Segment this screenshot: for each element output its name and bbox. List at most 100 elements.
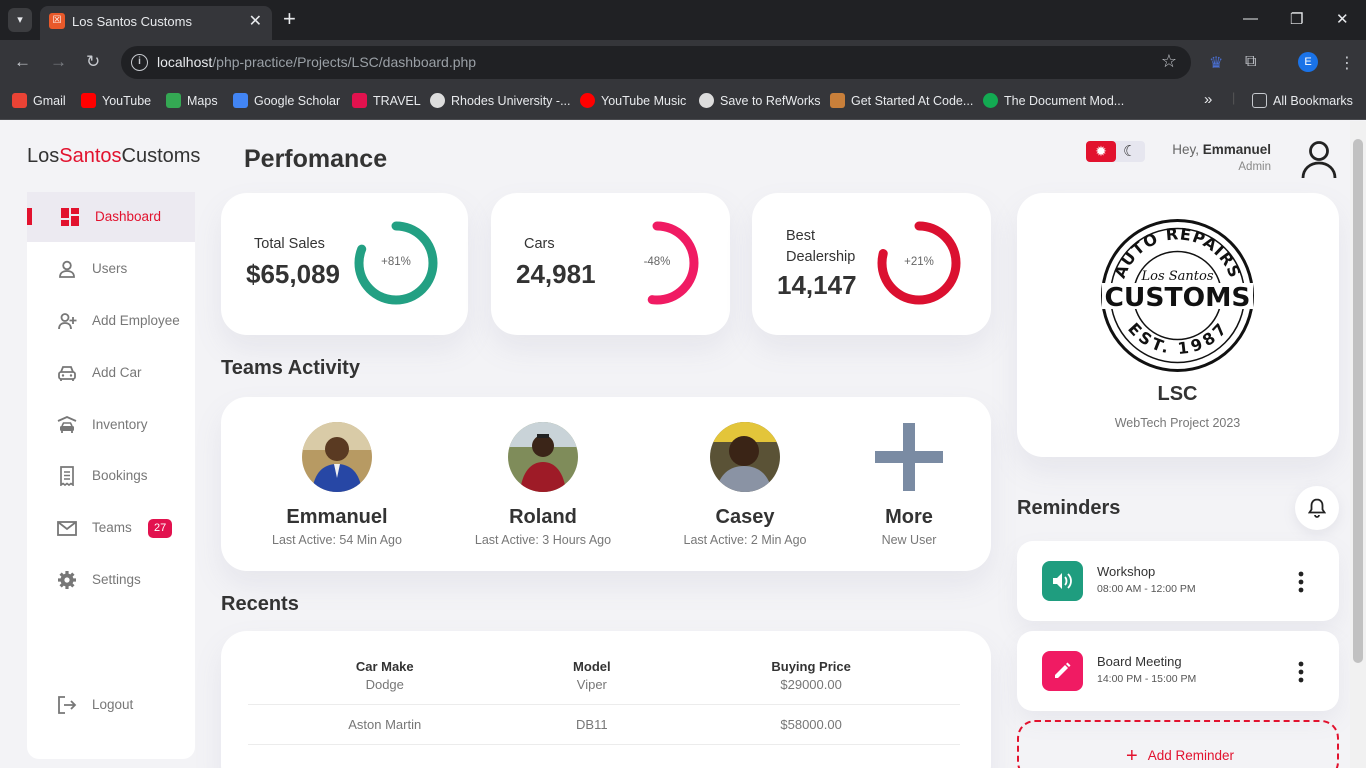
more-vertical-icon[interactable] bbox=[1298, 571, 1304, 593]
sidebar-item-users[interactable]: Users bbox=[27, 244, 195, 294]
window-close-icon[interactable]: ✕ bbox=[1336, 10, 1349, 28]
table-row[interactable]: Aston Martin DB11 $58000.00 bbox=[248, 704, 960, 745]
bookmark-youtube-music[interactable]: YouTube Music bbox=[580, 93, 686, 108]
table-cell: DB11 bbox=[521, 704, 663, 745]
avatar bbox=[710, 422, 780, 492]
stat-value: 24,981 bbox=[516, 259, 596, 289]
maps-icon bbox=[166, 93, 181, 108]
stat-label: Best Dealership bbox=[786, 228, 856, 265]
bookmarks-bar: Gmail YouTube Maps Google Scholar TRAVEL… bbox=[0, 86, 1366, 120]
sidebar-item-teams[interactable]: Teams 27 bbox=[27, 503, 195, 553]
moon-icon[interactable]: ☾ bbox=[1123, 142, 1136, 160]
bookmark-travel[interactable]: TRAVEL bbox=[352, 93, 421, 108]
bookmark-google-scholar[interactable]: Google Scholar bbox=[233, 93, 340, 108]
back-icon[interactable]: ← bbox=[14, 52, 31, 72]
extensions-puzzle-icon[interactable]: ⧉ bbox=[1245, 53, 1256, 71]
member-name: Emmanuel bbox=[286, 506, 388, 528]
tab-search-button[interactable]: ▾ bbox=[8, 8, 32, 32]
forward-icon[interactable]: → bbox=[50, 52, 67, 72]
logout-icon bbox=[58, 696, 77, 714]
theme-toggle[interactable]: ✹ ☾ bbox=[1086, 141, 1145, 162]
bookmark-refworks[interactable]: Save to RefWorks bbox=[699, 93, 821, 108]
table-row[interactable]: Dodge Viper $29000.00 bbox=[248, 677, 960, 705]
plus-icon bbox=[875, 423, 943, 491]
site-info-icon[interactable]: i bbox=[131, 54, 148, 71]
bookmark-star-icon[interactable]: ☆ bbox=[1161, 51, 1177, 72]
percent-change: -48% bbox=[643, 256, 671, 268]
member-last-active: New User bbox=[881, 533, 937, 547]
bookmark-youtube[interactable]: YouTube bbox=[81, 93, 151, 108]
more-vertical-icon[interactable] bbox=[1298, 661, 1304, 683]
teams-activity-title: Teams Activity bbox=[221, 357, 360, 379]
all-bookmarks[interactable]: All Bookmarks bbox=[1252, 93, 1353, 108]
more-bookmarks-icon[interactable]: » bbox=[1204, 91, 1212, 108]
browser-menu-icon[interactable]: ⋮ bbox=[1339, 53, 1355, 73]
company-name: LSC bbox=[1157, 383, 1198, 405]
user-profile-icon[interactable] bbox=[1300, 140, 1338, 180]
scrollbar-thumb[interactable] bbox=[1353, 139, 1363, 663]
team-member[interactable]: Roland Last Active: 3 Hours Ago bbox=[443, 422, 643, 547]
svg-text:CUSTOMS: CUSTOMS bbox=[1105, 283, 1251, 313]
recents-card: Car Make Model Buying Price Dodge Viper … bbox=[221, 631, 991, 768]
plus-icon: + bbox=[1126, 745, 1138, 767]
tab-close-icon[interactable]: ✕ bbox=[249, 11, 262, 31]
car-icon bbox=[58, 366, 76, 381]
folder-icon bbox=[1252, 93, 1267, 108]
bookmark-rhodes[interactable]: Rhodes University -... bbox=[430, 93, 570, 108]
greeting: Hey, Emmanuel bbox=[1172, 142, 1271, 157]
profile-avatar[interactable]: E bbox=[1298, 52, 1318, 72]
table-cell: $58000.00 bbox=[662, 704, 960, 745]
teams-activity-card: Emmanuel Last Active: 54 Min Ago Roland … bbox=[221, 397, 991, 571]
reload-icon[interactable]: ↻ bbox=[86, 52, 100, 72]
sidebar-item-add-employee[interactable]: Add Employee bbox=[27, 296, 195, 346]
sidebar-item-settings[interactable]: Settings bbox=[27, 555, 195, 605]
dashboard-icon bbox=[61, 208, 79, 226]
team-member[interactable]: Emmanuel Last Active: 54 Min Ago bbox=[237, 422, 437, 547]
favicon-icon: ☒ bbox=[49, 13, 65, 29]
minimize-icon[interactable]: — bbox=[1243, 10, 1258, 27]
add-team-member[interactable]: More New User bbox=[809, 422, 1009, 547]
reminder-icon bbox=[1042, 561, 1083, 601]
brand-logo[interactable]: LosSantosCustoms bbox=[27, 145, 200, 168]
bookmark-document-model[interactable]: The Document Mod... bbox=[983, 93, 1124, 108]
avatar bbox=[508, 422, 578, 492]
extension-icon[interactable]: ♛ bbox=[1209, 53, 1223, 73]
new-tab-button[interactable]: + bbox=[283, 7, 296, 31]
member-name: Roland bbox=[509, 506, 577, 528]
sidebar-item-logout[interactable]: Logout bbox=[27, 680, 195, 730]
column-header: Buying Price bbox=[771, 658, 851, 674]
reminder-item[interactable]: Workshop 08:00 AM - 12:00 PM bbox=[1017, 541, 1339, 621]
bookmark-maps[interactable]: Maps bbox=[166, 93, 218, 108]
sidebar-item-label: Add Employee bbox=[92, 313, 180, 328]
sidebar-item-add-car[interactable]: Add Car bbox=[27, 348, 195, 398]
add-reminder-button[interactable]: + Add Reminder bbox=[1017, 720, 1339, 768]
percent-change: +21% bbox=[904, 256, 934, 268]
sidebar-item-dashboard[interactable]: Dashboard bbox=[27, 192, 195, 242]
reminder-time: 14:00 PM - 15:00 PM bbox=[1097, 673, 1197, 685]
bookmarks-divider: | bbox=[1232, 91, 1236, 105]
url-text[interactable]: localhost/php-practice/Projects/LSC/dash… bbox=[157, 54, 476, 70]
page-scrollbar[interactable] bbox=[1350, 121, 1366, 768]
sun-icon[interactable]: ✹ bbox=[1086, 141, 1116, 162]
sidebar-item-bookings[interactable]: Bookings bbox=[27, 451, 195, 501]
restore-icon[interactable]: ❐ bbox=[1290, 10, 1303, 28]
scholar-icon bbox=[233, 93, 248, 108]
table-cell: Viper bbox=[521, 677, 663, 705]
column-header: Model bbox=[573, 658, 611, 674]
notifications-button[interactable] bbox=[1295, 486, 1339, 530]
address-bar[interactable]: i localhost/php-practice/Projects/LSC/da… bbox=[121, 46, 1191, 79]
reminder-item[interactable]: Board Meeting 14:00 PM - 15:00 PM bbox=[1017, 631, 1339, 711]
stat-card-cars: Cars 24,981 -48% bbox=[491, 193, 730, 335]
youtube-icon bbox=[81, 93, 96, 108]
bookmark-gmail[interactable]: Gmail bbox=[12, 93, 66, 108]
browser-tab[interactable]: ☒ Los Santos Customs ✕ bbox=[40, 6, 272, 40]
bookmark-codecademy[interactable]: Get Started At Code... bbox=[830, 93, 973, 108]
sidebar-item-label: Dashboard bbox=[95, 209, 162, 224]
codecademy-icon bbox=[830, 93, 845, 108]
sidebar-item-inventory[interactable]: Inventory bbox=[27, 400, 195, 450]
percent-change: +81% bbox=[381, 256, 411, 268]
member-name: More bbox=[885, 506, 933, 528]
globe-icon bbox=[430, 93, 445, 108]
stat-label: Total Sales bbox=[254, 236, 325, 252]
member-last-active: Last Active: 3 Hours Ago bbox=[474, 533, 612, 547]
